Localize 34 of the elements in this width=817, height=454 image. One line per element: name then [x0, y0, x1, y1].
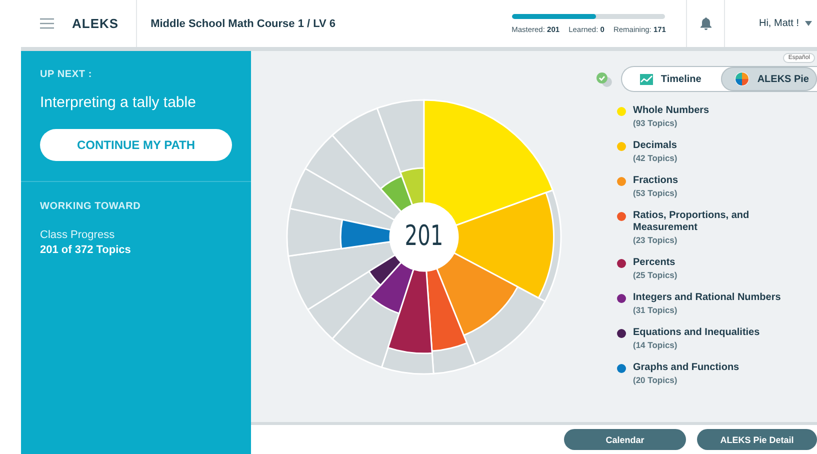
- line-chart-icon: [640, 74, 653, 84]
- topic-count: (23 Topics): [633, 234, 678, 246]
- topic-count: (14 Topics): [633, 339, 678, 351]
- up-next-label: UP NEXT :: [40, 69, 92, 80]
- legend-label: Decimals: [633, 140, 678, 152]
- bell-icon[interactable]: [700, 17, 712, 30]
- footer-button[interactable]: Calendar: [564, 429, 686, 450]
- caret-icon[interactable]: [805, 21, 812, 26]
- course-title: Middle School Math Course 1 / LV 6: [150, 18, 336, 30]
- menu-icon[interactable]: [40, 18, 54, 29]
- legend-label: Equations and Inequalities: [633, 327, 760, 339]
- topic-count: (31 Topics): [633, 304, 678, 316]
- legend-label: Graphs and Functions: [633, 362, 740, 374]
- view-tab[interactable]: Timeline: [622, 67, 722, 91]
- next-topic: Interpreting a tally table: [40, 94, 196, 111]
- user-menu[interactable]: Hi, Matt !: [758, 18, 799, 29]
- pie-center-count: 201: [403, 218, 444, 254]
- legend-label: Whole Numbers: [633, 105, 710, 117]
- topic-count: (53 Topics): [633, 187, 678, 199]
- topic-count: (20 Topics): [633, 374, 678, 386]
- topic-count: (25 Topics): [633, 269, 678, 281]
- working-toward-label: WORKING TOWARD: [40, 201, 141, 212]
- check-icon: [596, 72, 613, 86]
- legend-label: Percents: [633, 257, 676, 269]
- legend-label: Ratios, Proportions, and Measurement: [633, 210, 750, 234]
- footer-button[interactable]: ALEKS Pie Detail: [697, 429, 817, 450]
- pie-chart-icon: [735, 72, 750, 86]
- goal-label: Class Progress: [40, 229, 115, 241]
- legend-label: Integers and Rational Numbers: [633, 292, 781, 304]
- view-tab[interactable]: ALEKS Pie: [721, 67, 817, 91]
- logo: ALEKS: [72, 16, 119, 31]
- topic-count: (93 Topics): [633, 117, 678, 129]
- legend-label: Fractions: [633, 175, 678, 187]
- topic-count: (42 Topics): [633, 152, 678, 164]
